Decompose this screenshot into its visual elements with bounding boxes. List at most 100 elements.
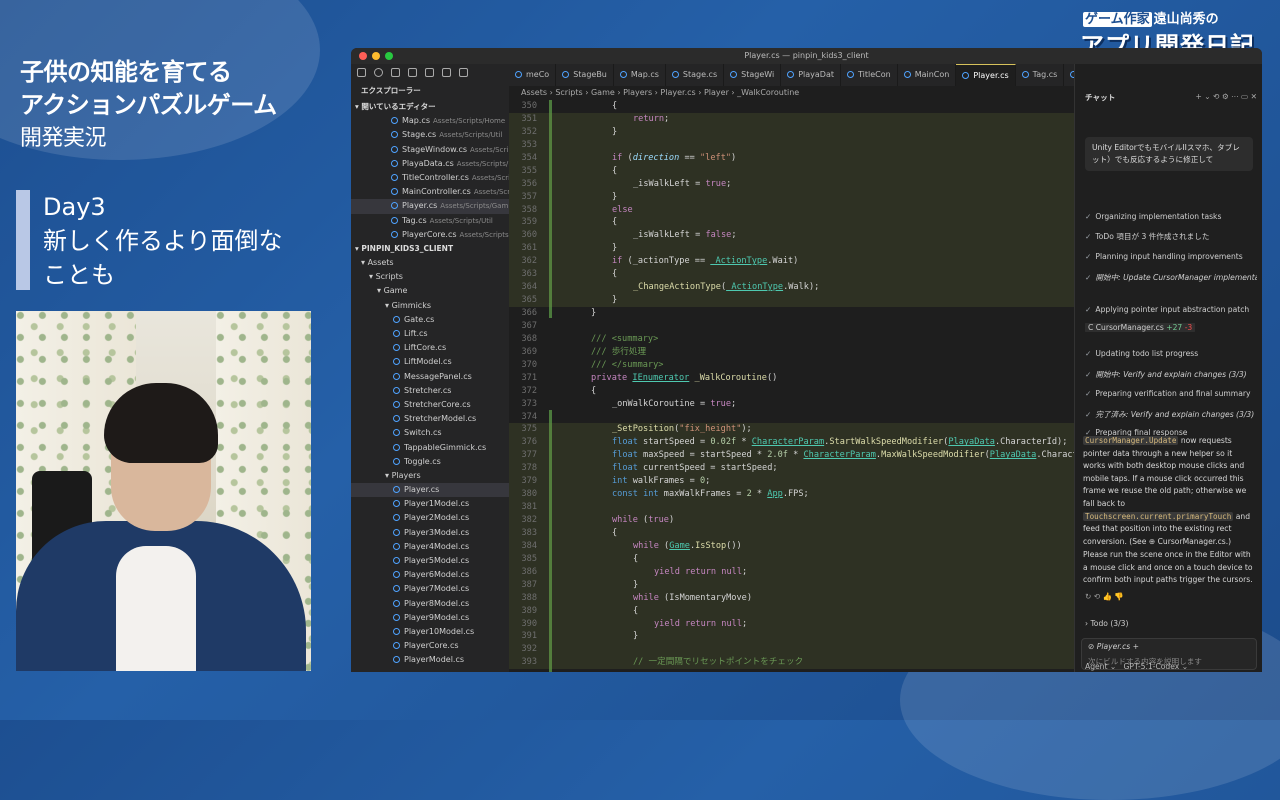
- check-icon: ✓: [1085, 389, 1092, 398]
- response-actions[interactable]: ↻ ⟲ 👍 👎: [1085, 592, 1257, 601]
- breadcrumb[interactable]: Assets › Scripts › Game › Players › Play…: [509, 86, 1074, 100]
- file-item[interactable]: Player2Model.cs: [351, 511, 509, 525]
- book-icon[interactable]: [459, 68, 468, 77]
- code-editor[interactable]: 350{351 return; 352} 353 354 if (direction ==…: [509, 100, 1074, 672]
- file-item[interactable]: Player.cs: [351, 483, 509, 498]
- code-line: 372 {: [509, 385, 1074, 398]
- csharp-file-icon: [562, 71, 570, 78]
- source-control-icon[interactable]: [391, 68, 400, 77]
- file-item[interactable]: Switch.cs: [351, 426, 509, 440]
- file-item[interactable]: Player10Model.cs: [351, 625, 509, 639]
- file-item[interactable]: Player6Model.cs: [351, 568, 509, 582]
- agent-step: ✓開始中: Update CursorManager implementatio…: [1085, 272, 1257, 283]
- open-editor-item[interactable]: Player.cs Assets/Scripts/Gam...: [351, 199, 509, 214]
- editor-tab[interactable]: StageBu: [556, 64, 614, 86]
- file-item[interactable]: StretcherModel.cs: [351, 412, 509, 426]
- open-editor-item[interactable]: MainController.csAssets/Scr...: [351, 185, 509, 199]
- file-item[interactable]: Stretcher.cs: [351, 384, 509, 398]
- search-icon[interactable]: [374, 68, 383, 77]
- folder-game[interactable]: ▾ Game: [351, 284, 509, 298]
- open-editor-item[interactable]: Tag.cs Assets/Scripts/Util: [351, 214, 509, 228]
- file-item[interactable]: PlayerModel.cs: [351, 653, 509, 667]
- open-editor-name: MainController.cs: [402, 187, 471, 197]
- editor-tab[interactable]: MainCon: [898, 64, 957, 86]
- open-editor-name: TitleController.cs: [402, 172, 469, 182]
- csharp-file-icon: [903, 71, 911, 78]
- file-item[interactable]: PlayerCore.cs: [351, 639, 509, 653]
- step-text: Planning input handling improvements: [1095, 252, 1243, 261]
- open-editor-name: Map.cs: [402, 116, 430, 126]
- folder-assets[interactable]: ▾ Assets: [351, 256, 509, 270]
- changed-file[interactable]: CursorManager.cs +27 -3: [1096, 323, 1193, 332]
- file-item[interactable]: Player9Model.cs: [351, 611, 509, 625]
- file-item[interactable]: Player1Model.cs: [351, 497, 509, 511]
- code-text: }: [612, 126, 618, 137]
- agent-step: ✓ 完了済み: Verify and explain changes (3/3): [1085, 409, 1257, 420]
- file-item[interactable]: Player4Model.cs: [351, 540, 509, 554]
- file-item[interactable]: Player8Model.cs: [351, 597, 509, 611]
- editor-tab[interactable]: meCo: [509, 64, 557, 86]
- file-item[interactable]: TappableGimmick.cs: [351, 441, 509, 455]
- chat-actions[interactable]: + ⌄ ⟲ ⚙ ⋯ ▭ ✕: [1167, 92, 1257, 101]
- remote-icon[interactable]: [442, 68, 451, 77]
- files-icon[interactable]: [357, 68, 366, 77]
- code-text: {: [591, 385, 597, 396]
- editor-tab[interactable]: PlayaDat: [781, 64, 841, 86]
- file-item[interactable]: Player7Model.cs: [351, 582, 509, 596]
- editor-tab[interactable]: StageWi: [724, 64, 782, 86]
- file-item[interactable]: Toggle.cs: [351, 455, 509, 469]
- file-item[interactable]: Lift.cs: [351, 327, 509, 341]
- file-item[interactable]: Player3Model.cs: [351, 526, 509, 540]
- context-chip[interactable]: ⊘ Player.cs +: [1088, 642, 1250, 651]
- line-number: 359: [521, 217, 537, 228]
- agent-step: ✓ Organizing implementation tasks: [1085, 212, 1257, 221]
- editor-tab[interactable]: Map.cs: [614, 64, 666, 86]
- open-editor-item[interactable]: Stage.cs Assets/Scripts/Util: [351, 128, 509, 142]
- agent-step: ✓ 開始中: Verify and explain changes (3/3): [1085, 369, 1257, 380]
- folder-gimmicks[interactable]: ▾ Gimmicks: [351, 299, 509, 313]
- zoom-window-button[interactable]: [385, 52, 393, 60]
- line-number: 392: [521, 644, 537, 655]
- check-icon: ✓: [1085, 370, 1092, 379]
- extensions-icon[interactable]: [425, 68, 434, 77]
- editor-tab[interactable]: PlayerCo: [1064, 64, 1074, 86]
- file-item[interactable]: Player5Model.cs: [351, 554, 509, 568]
- editor-tab[interactable]: Tag.cs: [1016, 64, 1065, 86]
- chat-mode-bar[interactable]: Agent ⌄ GPT-5.1-Codex ⌄: [1085, 662, 1257, 671]
- code-line: 357}: [509, 190, 1074, 204]
- open-editors-header[interactable]: ▾ 開いているエディター: [351, 100, 509, 114]
- editor-tab[interactable]: TitleCon: [841, 64, 898, 86]
- editor-tab[interactable]: Player.cs: [956, 64, 1016, 86]
- file-item[interactable]: LiftCore.cs: [351, 341, 509, 355]
- minimize-window-button[interactable]: [372, 52, 380, 60]
- todo-summary[interactable]: › Todo (3/3): [1085, 619, 1257, 628]
- close-window-button[interactable]: [359, 52, 367, 60]
- run-debug-icon[interactable]: [408, 68, 417, 77]
- line-number: 369: [521, 346, 537, 357]
- file-item[interactable]: Gate.cs: [351, 313, 509, 327]
- line-number: 368: [521, 333, 537, 344]
- file-name: Gate.cs: [404, 314, 435, 324]
- file-item[interactable]: MessagePanel.cs: [351, 370, 509, 384]
- open-editor-item[interactable]: Map.cs Assets/Scripts/Home: [351, 114, 509, 128]
- open-editor-item[interactable]: TitleController.csAssets/Scri...: [351, 171, 509, 185]
- line-number: 382: [521, 515, 537, 525]
- editor-tab[interactable]: Stage.cs: [666, 64, 725, 86]
- code-line: 358 else: [509, 203, 1074, 217]
- step-text: Applying pointer input abstraction patch: [1095, 305, 1250, 314]
- code-line: 391}: [509, 630, 1074, 644]
- folder-players[interactable]: ▾ Players: [351, 469, 509, 483]
- code-line: 377 float maxSpeed = startSpeed * 2.0f * …: [509, 449, 1074, 463]
- file-item[interactable]: LiftModel.cs: [351, 355, 509, 369]
- folder-scripts[interactable]: ▾ Scripts: [351, 270, 509, 284]
- project-header[interactable]: ▾ PINPIN_KIDS3_CLIENT: [351, 242, 509, 256]
- open-editor-item[interactable]: PlayaData.csAssets/Scripts/...: [351, 157, 509, 171]
- file-item[interactable]: StretcherCore.cs: [351, 398, 509, 412]
- code-text: }: [633, 631, 639, 642]
- check-icon: ✓: [1085, 252, 1092, 261]
- code-line: 374: [509, 411, 1074, 424]
- open-editor-item[interactable]: StageWindow.csAssets/Scri...: [351, 143, 509, 157]
- open-editor-item[interactable]: PlayerCore.csAssets/Scripts...: [351, 228, 509, 242]
- code-line: 387}: [509, 578, 1074, 592]
- file-name: LiftModel.cs: [404, 357, 452, 367]
